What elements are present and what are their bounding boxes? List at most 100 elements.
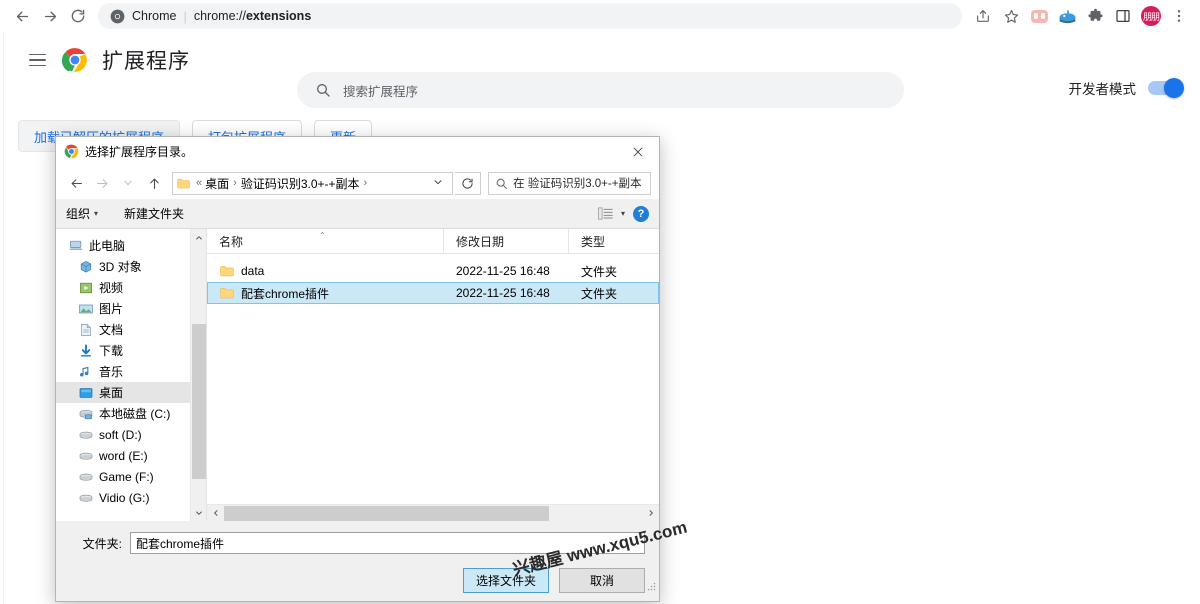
- tree-item-label: 此电脑: [89, 239, 126, 253]
- tree-item-label: 音乐: [99, 365, 124, 379]
- file-row-name-cell: data: [208, 264, 444, 278]
- search-icon: [496, 178, 507, 189]
- breadcrumb-chevron-down-icon[interactable]: [426, 174, 450, 192]
- tree-item-local-disk-c[interactable]: 本地磁盘 (C:): [56, 403, 206, 424]
- search-placeholder: 搜索扩展程序: [343, 84, 419, 99]
- drive-icon: [79, 452, 93, 460]
- videos-icon: [80, 282, 92, 293]
- tree-scroll-down-icon[interactable]: [191, 504, 206, 521]
- search-icon: [317, 84, 330, 97]
- cancel-button[interactable]: 取消: [559, 568, 645, 593]
- drive-icon: [79, 473, 93, 481]
- column-header-name[interactable]: 名称 ⌃: [207, 229, 443, 254]
- folder-icon: [220, 288, 234, 299]
- tree-item-label: 文档: [99, 323, 124, 337]
- chrome-logo-icon: [62, 48, 87, 72]
- dev-mode-label: 开发者模式: [1068, 82, 1137, 97]
- file-picker-dialog: 选择扩展程序目录。 « 桌面 › 验证码识别3.0+-+副本 › 在 验证码识别…: [55, 136, 660, 602]
- column-header-type[interactable]: 类型: [568, 228, 648, 254]
- file-list-horizontal-scrollbar[interactable]: [207, 504, 659, 521]
- view-mode-icon[interactable]: [597, 207, 613, 220]
- file-row-date: 2022-11-25 16:48: [456, 264, 550, 278]
- share-icon[interactable]: [970, 3, 996, 29]
- omnibox-url-scheme: chrome://: [193, 9, 246, 23]
- breadcrumb-separator-0: «: [196, 177, 203, 189]
- hscroll-right-chevron-right-icon[interactable]: [642, 505, 659, 522]
- sort-ascending-icon: ⌃: [319, 230, 326, 240]
- search-input[interactable]: 搜索扩展程序: [297, 72, 904, 108]
- file-row-name: 配套chrome插件: [241, 286, 330, 301]
- omnibox-url-path: extensions: [245, 9, 312, 23]
- column-header-date[interactable]: 修改日期: [443, 228, 568, 254]
- tree-item-pictures[interactable]: 图片: [56, 298, 206, 319]
- tree-item-desktop[interactable]: 桌面: [56, 382, 206, 403]
- tree-item-label: 视频: [99, 281, 124, 295]
- extension-pink-icon[interactable]: [1026, 3, 1052, 29]
- table-row[interactable]: 配套chrome插件 2022-11-25 16:48 文件夹: [207, 282, 659, 304]
- side-panel-icon[interactable]: [1110, 3, 1136, 29]
- file-row-name: data: [241, 264, 265, 278]
- music-icon: [79, 366, 89, 377]
- tree-item-3d-objects[interactable]: 3D 对象: [56, 256, 206, 277]
- back-button[interactable]: [8, 2, 36, 30]
- dialog-forward-button[interactable]: [90, 171, 114, 195]
- up-one-level-button[interactable]: [142, 171, 166, 195]
- column-header-type-label: 类型: [581, 234, 606, 249]
- breadcrumb[interactable]: « 桌面 › 验证码识别3.0+-+副本 ›: [172, 171, 453, 195]
- dialog-back-button[interactable]: [64, 171, 88, 195]
- organize-menu-button[interactable]: 组织 ▾: [66, 205, 98, 222]
- tree-item-music[interactable]: 音乐: [56, 361, 206, 382]
- this-pc-icon: [69, 240, 83, 250]
- table-row[interactable]: data 2022-11-25 16:48 文件夹: [207, 260, 659, 282]
- tree-item-drive-e[interactable]: word (E:): [56, 445, 206, 466]
- organize-label: 组织: [66, 207, 91, 221]
- help-glyph: ?: [637, 207, 645, 220]
- documents-icon: [81, 323, 91, 336]
- drive-icon: [79, 494, 93, 502]
- tree-scrollbar[interactable]: [190, 229, 206, 521]
- new-folder-button[interactable]: 新建文件夹: [124, 205, 184, 222]
- tree-item-label: Game (F:): [99, 469, 154, 484]
- breadcrumb-item-0[interactable]: 桌面: [205, 175, 229, 192]
- tree-item-drive-g[interactable]: Vidio (G:): [56, 487, 206, 508]
- help-icon[interactable]: ?: [633, 205, 649, 222]
- close-icon[interactable]: [617, 137, 659, 167]
- breadcrumb-item-1[interactable]: 验证码识别3.0+-+副本: [241, 175, 360, 192]
- reload-button[interactable]: [64, 2, 92, 30]
- folder-name-input[interactable]: 配套chrome插件: [130, 532, 645, 554]
- recent-locations-chevron-down-icon[interactable]: [116, 171, 140, 195]
- tree-item-label: 本地磁盘 (C:): [99, 407, 171, 421]
- tree-item-drive-f[interactable]: Game (F:): [56, 466, 206, 487]
- folder-icon: [177, 178, 190, 188]
- omnibox-site-label: Chrome: [132, 9, 177, 23]
- extension-whale-icon[interactable]: [1054, 3, 1080, 29]
- tree-scroll-thumb[interactable]: [192, 324, 206, 479]
- tree-scroll-up-icon[interactable]: [191, 229, 206, 246]
- hscroll-thumb[interactable]: [224, 505, 549, 521]
- dialog-titlebar: 选择扩展程序目录。: [56, 137, 659, 167]
- refresh-icon[interactable]: [455, 171, 481, 195]
- view-mode-chevron-down-icon[interactable]: ▾: [621, 209, 625, 218]
- select-folder-button[interactable]: 选择文件夹: [463, 568, 549, 593]
- tree-item-downloads[interactable]: 下载: [56, 340, 206, 361]
- tree-item-documents[interactable]: 文档: [56, 319, 206, 340]
- browser-menu-icon[interactable]: [1166, 3, 1192, 29]
- forward-button[interactable]: [36, 2, 64, 30]
- tree-item-label: 桌面: [99, 386, 124, 400]
- new-folder-label: 新建文件夹: [124, 207, 185, 221]
- tree-item-this-pc[interactable]: 此电脑: [56, 235, 206, 256]
- extensions-puzzle-icon[interactable]: [1082, 3, 1108, 29]
- profile-avatar[interactable]: 朋朋: [1138, 3, 1164, 29]
- tree-item-drive-d[interactable]: soft (D:): [56, 424, 206, 445]
- dialog-search-input[interactable]: 在 验证码识别3.0+-+副本 ...: [488, 171, 651, 195]
- tree-item-label: soft (D:): [99, 427, 142, 442]
- dev-mode-toggle[interactable]: [1148, 78, 1184, 98]
- tree-item-videos[interactable]: 视频: [56, 277, 206, 298]
- omnibox[interactable]: Chrome | chrome://extensions: [98, 3, 962, 29]
- bookmark-star-icon[interactable]: [998, 3, 1024, 29]
- resize-grip-icon[interactable]: [646, 581, 656, 591]
- hscroll-track[interactable]: [224, 505, 642, 522]
- hamburger-menu-icon[interactable]: [22, 45, 52, 75]
- hscroll-left-chevron-left-icon[interactable]: [207, 505, 224, 522]
- dev-mode-control[interactable]: 开发者模式: [1068, 78, 1184, 98]
